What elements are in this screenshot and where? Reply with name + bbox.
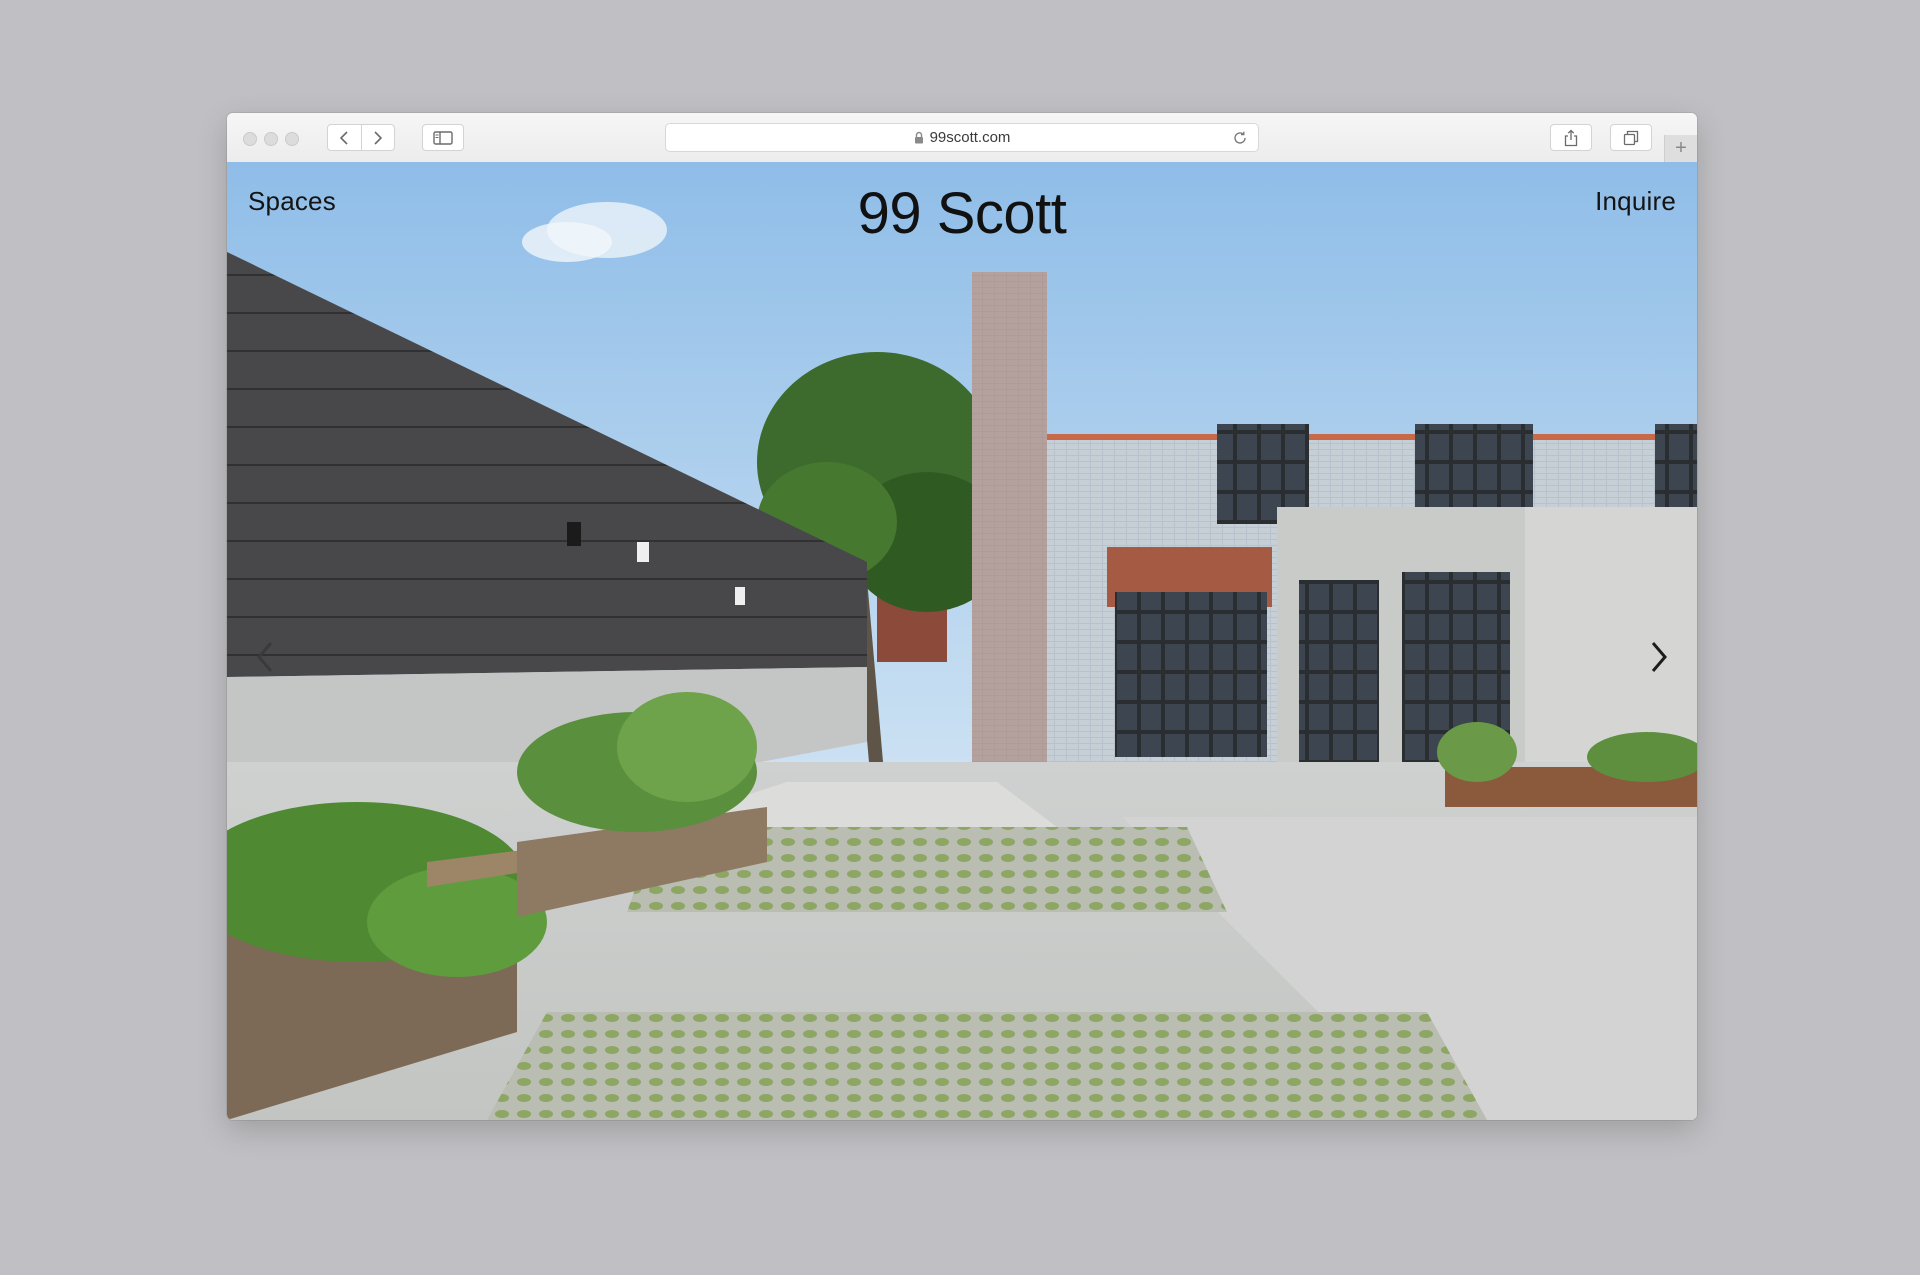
browser-window: 99scott.com + Spaces 99 Scott Inquire	[227, 113, 1697, 1120]
chevron-left-icon	[257, 642, 273, 672]
previous-slide-button[interactable]	[245, 632, 285, 682]
history-nav	[327, 124, 395, 151]
browser-toolbar: 99scott.com +	[227, 113, 1697, 163]
inquire-nav-link[interactable]: Inquire	[1595, 186, 1676, 217]
share-icon	[1564, 129, 1578, 146]
site-logo-title[interactable]: 99 Scott	[858, 181, 1067, 246]
tabs-overview-button[interactable]	[1610, 124, 1652, 151]
zoom-window-button[interactable]	[285, 132, 299, 146]
reload-icon	[1234, 131, 1246, 144]
back-button[interactable]	[328, 125, 361, 150]
sidebar-icon	[433, 130, 453, 145]
chevron-left-icon	[340, 130, 348, 145]
share-button[interactable]	[1550, 124, 1592, 151]
hero-slideshow: Spaces 99 Scott Inquire	[227, 162, 1697, 1120]
next-slide-button[interactable]	[1639, 632, 1679, 682]
minimize-window-button[interactable]	[264, 132, 278, 146]
new-tab-button[interactable]: +	[1664, 135, 1697, 162]
hero-photo-courtyard	[227, 162, 1697, 1120]
tabs-overview-icon	[1623, 130, 1639, 145]
spaces-nav-link[interactable]: Spaces	[248, 186, 336, 217]
chevron-right-icon	[1651, 642, 1667, 672]
address-bar[interactable]: 99scott.com	[665, 123, 1259, 152]
lock-icon	[914, 131, 924, 144]
new-tab-label: +	[1675, 137, 1687, 159]
forward-button[interactable]	[360, 125, 395, 150]
sidebar-button[interactable]	[422, 124, 464, 151]
reload-button[interactable]	[1232, 130, 1248, 146]
close-window-button[interactable]	[243, 132, 257, 146]
chevron-right-icon	[374, 130, 382, 145]
url-text: 99scott.com	[929, 129, 1011, 146]
